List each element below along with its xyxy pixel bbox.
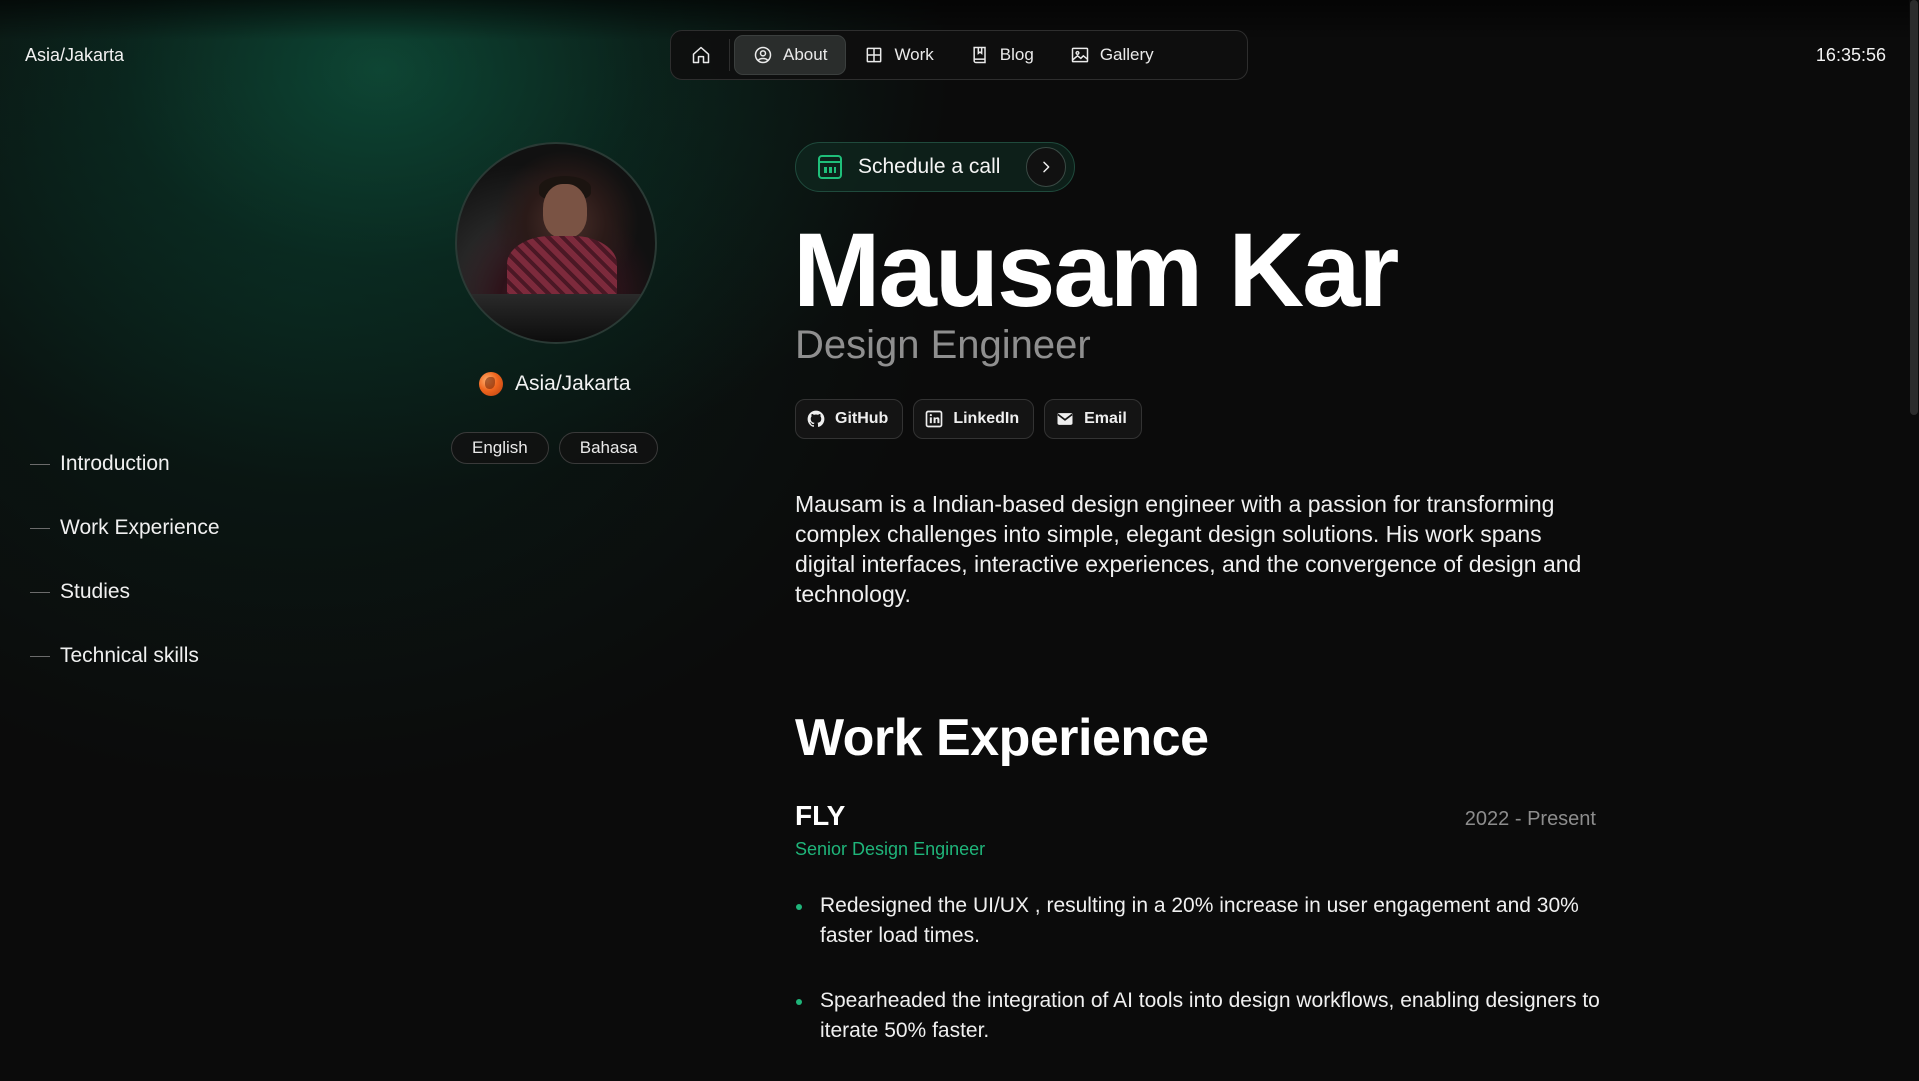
grid-icon <box>867 47 882 63</box>
page-subtitle: Design Engineer <box>795 323 1091 367</box>
list-item: Spearheaded the integration of AI tools … <box>795 986 1605 1046</box>
globe-icon <box>479 372 503 396</box>
toc-item-label: Work Experience <box>60 516 220 539</box>
linkedin-icon <box>924 409 944 429</box>
github-button[interactable]: GitHub <box>795 399 904 439</box>
toc-item-technical-skills[interactable]: Technical skills <box>30 624 220 688</box>
nav-blog-label: Blog <box>999 45 1034 64</box>
scrollbar[interactable] <box>1909 0 1919 1075</box>
page-title: Mausam Kar <box>793 212 1399 329</box>
job-period: 2022 - Present <box>1464 808 1596 830</box>
toc-dash <box>30 463 50 465</box>
nav-work[interactable]: Work <box>846 35 951 75</box>
schedule-call-label: Schedule a call <box>858 155 1001 178</box>
email-label: Email <box>1084 410 1127 427</box>
email-button[interactable]: Email <box>1044 399 1142 439</box>
work-experience-heading: Work Experience <box>795 709 1209 767</box>
language-list: English Bahasa <box>451 432 659 464</box>
user-circle-icon <box>754 46 772 64</box>
avatar <box>455 142 657 344</box>
profile-location: Asia/Jakarta <box>479 372 631 396</box>
github-icon <box>806 409 826 429</box>
book-icon <box>973 46 986 64</box>
linkedin-label: LinkedIn <box>953 410 1020 427</box>
header-clock: 16:35:56 <box>1815 45 1886 65</box>
linkedin-button[interactable]: LinkedIn <box>913 399 1035 439</box>
toc-dash <box>30 655 50 657</box>
list-item: Redesigned the UI/UX , resulting in a 20… <box>795 891 1605 951</box>
job-role: Senior Design Engineer <box>795 839 986 859</box>
toc-item-label: Introduction <box>60 452 170 475</box>
nav-gallery[interactable]: Gallery <box>1052 35 1172 75</box>
toc-item-label: Studies <box>60 580 131 603</box>
nav-gallery-label: Gallery <box>1099 45 1154 64</box>
nav-work-label: Work <box>894 45 934 64</box>
toc-item-work-experience[interactable]: Work Experience <box>30 496 220 560</box>
toc-item-label: Technical skills <box>60 644 199 667</box>
scrollbar-thumb[interactable] <box>1910 0 1918 415</box>
nav-separator <box>729 39 730 71</box>
toc-item-introduction[interactable]: Introduction <box>30 432 220 496</box>
nav-about[interactable]: About <box>734 35 847 75</box>
nav-blog[interactable]: Blog <box>952 35 1052 75</box>
home-icon <box>692 46 710 64</box>
profile-location-label: Asia/Jakarta <box>515 372 631 395</box>
language-chip: English <box>451 432 549 464</box>
schedule-call-button[interactable]: Schedule a call <box>795 142 1075 192</box>
social-links: GitHub LinkedIn Email <box>795 399 1142 439</box>
github-label: GitHub <box>835 410 889 427</box>
mail-icon <box>1055 409 1075 429</box>
table-of-contents: Introduction Work Experience Studies Tec… <box>30 432 220 688</box>
language-chip: Bahasa <box>558 432 659 464</box>
calendar-icon <box>818 155 842 179</box>
intro-paragraph: Mausam is a Indian-based design engineer… <box>795 491 1582 607</box>
toc-item-studies[interactable]: Studies <box>30 560 220 624</box>
nav-home[interactable] <box>677 35 725 75</box>
job-achievements: Redesigned the UI/UX , resulting in a 20… <box>795 891 1605 1081</box>
image-icon <box>1071 47 1089 63</box>
header-timezone: Asia/Jakarta <box>25 45 125 65</box>
page: Asia/Jakarta About Work Blog Gallery 16:… <box>0 0 1919 1075</box>
chevron-right-icon <box>1043 161 1050 173</box>
main-nav: About Work Blog Gallery <box>670 30 1248 80</box>
job-company: FLY <box>795 800 846 831</box>
nav-about-label: About <box>783 45 828 64</box>
toc-dash <box>30 591 50 593</box>
chevron-right-button[interactable] <box>1026 147 1066 187</box>
toc-dash <box>30 527 50 529</box>
